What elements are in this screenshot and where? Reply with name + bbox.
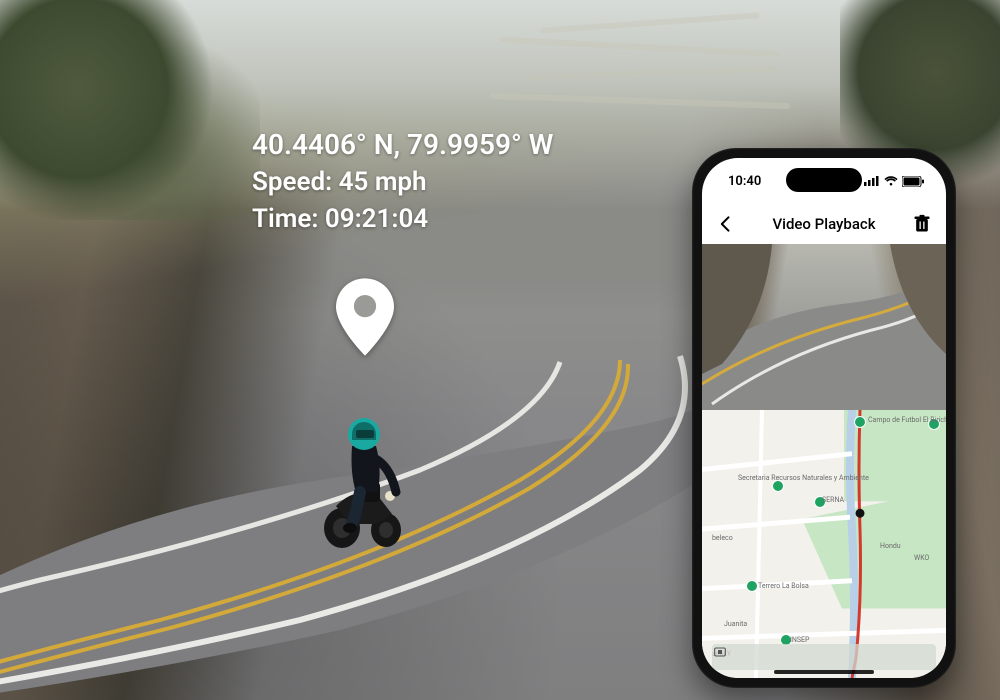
cellular-icon (864, 176, 880, 186)
phone-mockup: 10:40 Video Playback (692, 148, 956, 688)
map-poi-pin[interactable] (780, 634, 790, 644)
scene-root: 40.4406° N, 79.9959° W Speed: 45 mph Tim… (0, 0, 1000, 700)
map-label: Hondu (880, 542, 901, 550)
map-label: SERNA (822, 496, 844, 504)
playback-icon (712, 644, 728, 660)
status-time: 10:40 (728, 174, 761, 189)
header-title: Video Playback (772, 215, 875, 233)
map-label: Terrero La Bolsa (758, 582, 809, 590)
status-icons (864, 176, 924, 187)
back-button[interactable] (716, 214, 736, 234)
gps-overlay: 40.4406° N, 79.9959° W Speed: 45 mph Tim… (252, 126, 553, 239)
map-label: Juanita (724, 620, 747, 628)
phone-screen: 10:40 Video Playback (702, 158, 946, 678)
map-label: Secretaria Recursos Naturales y Ambiente (738, 474, 869, 482)
home-indicator[interactable] (774, 670, 874, 674)
wifi-icon (884, 176, 898, 186)
map-label: Campo de Futbol El Birichiche (868, 416, 946, 424)
phone-map[interactable]: Campo de Futbol El Birichiche Secretaria… (702, 410, 946, 678)
phone-video-preview[interactable] (702, 244, 946, 410)
location-pin-icon (336, 278, 394, 356)
gps-time: Time: 09:21:04 (252, 201, 553, 239)
map-poi-pin[interactable] (854, 416, 864, 426)
delete-button[interactable] (912, 214, 932, 234)
battery-icon (902, 176, 924, 187)
playback-bar[interactable] (712, 644, 936, 670)
map-label: beleco (712, 534, 733, 542)
motorcyclist (306, 396, 426, 556)
dynamic-island (786, 168, 862, 192)
map-label: WKO (914, 554, 929, 562)
app-header: Video Playback (702, 204, 946, 244)
foliage-left (0, 0, 260, 220)
gps-speed: Speed: 45 mph (252, 164, 553, 202)
map-poi-pin[interactable] (746, 580, 756, 590)
gps-coordinates: 40.4406° N, 79.9959° W (252, 126, 553, 164)
map-label: INSEP (790, 636, 809, 644)
